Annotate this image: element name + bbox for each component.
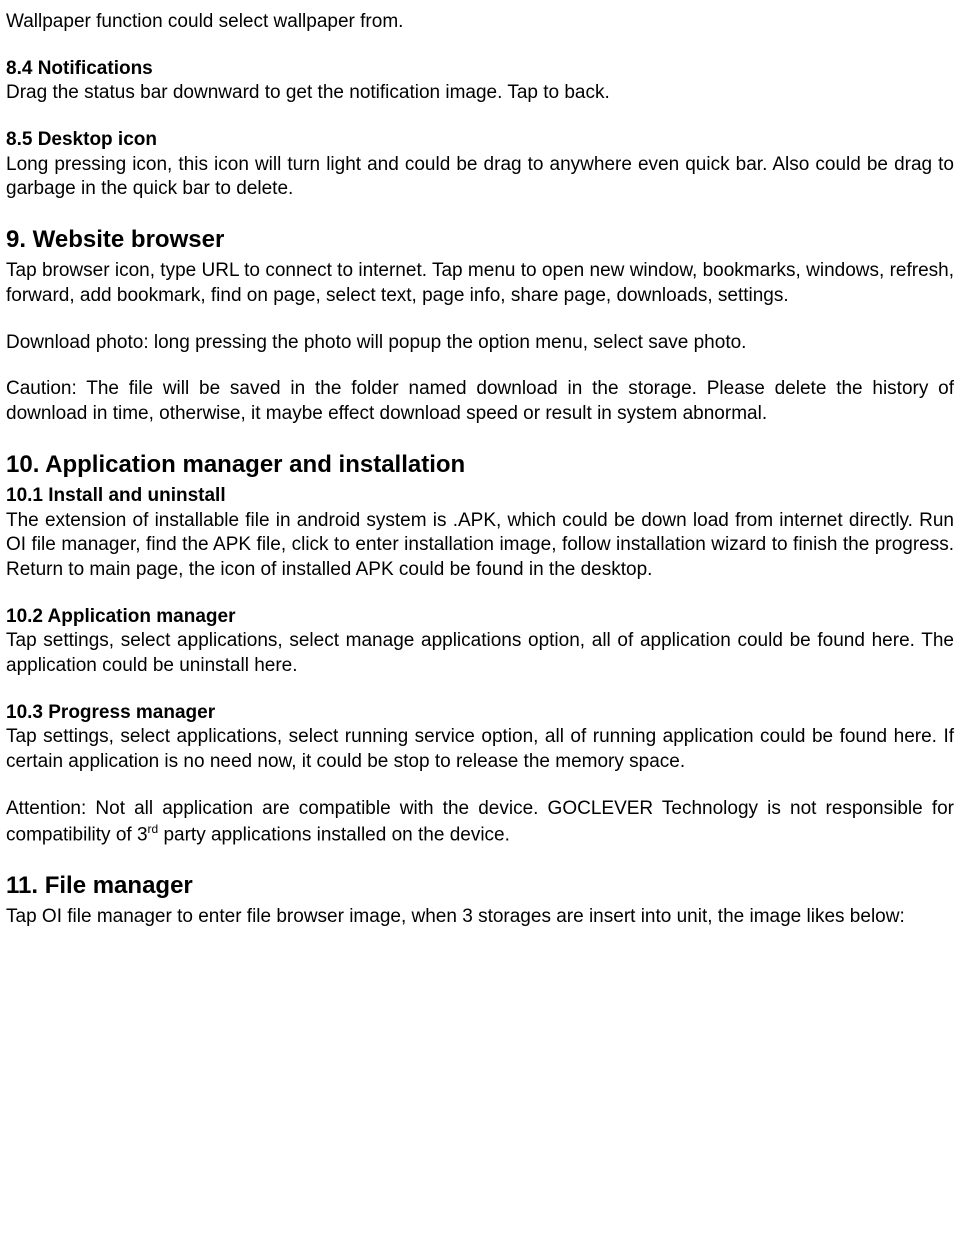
section-10-2: 10.2 Application manager Tap settings, s…: [6, 605, 954, 679]
heading-9: 9. Website browser: [6, 224, 954, 255]
heading-8-4: 8.4 Notifications: [6, 57, 954, 82]
body-8-4: Drag the status bar downward to get the …: [6, 81, 954, 106]
body-10-3: Tap settings, select applications, selec…: [6, 725, 954, 774]
section-10-1: 10.1 Install and uninstall The extension…: [6, 484, 954, 583]
body-10-1: The extension of installable file in and…: [6, 509, 954, 583]
body-8-5: Long pressing icon, this icon will turn …: [6, 153, 954, 202]
heading-11: 11. File manager: [6, 870, 954, 901]
heading-10-1: 10.1 Install and uninstall: [6, 485, 226, 506]
section-8-5: 8.5 Desktop icon Long pressing icon, thi…: [6, 128, 954, 202]
attention-part-b: party applications installed on the devi…: [158, 824, 510, 845]
section-10-3: 10.3 Progress manager Tap settings, sele…: [6, 701, 954, 775]
heading-10: 10. Application manager and installation: [6, 449, 954, 480]
attention-note: Attention: Not all application are compa…: [6, 797, 954, 848]
body-9-p3: Caution: The file will be saved in the f…: [6, 377, 954, 426]
body-9-p1: Tap browser icon, type URL to connect to…: [6, 259, 954, 308]
heading-8-5: 8.5 Desktop icon: [6, 128, 954, 153]
heading-10-2: 10.2 Application manager: [6, 606, 235, 627]
body-9-p2: Download photo: long pressing the photo …: [6, 331, 954, 356]
section-8-4: 8.4 Notifications Drag the status bar do…: [6, 57, 954, 106]
intro-line: Wallpaper function could select wallpape…: [6, 10, 954, 35]
body-11: Tap OI file manager to enter file browse…: [6, 905, 954, 930]
body-10-2: Tap settings, select applications, selec…: [6, 629, 954, 678]
attention-sup: rd: [148, 822, 159, 836]
heading-10-3: 10.3 Progress manager: [6, 702, 215, 723]
